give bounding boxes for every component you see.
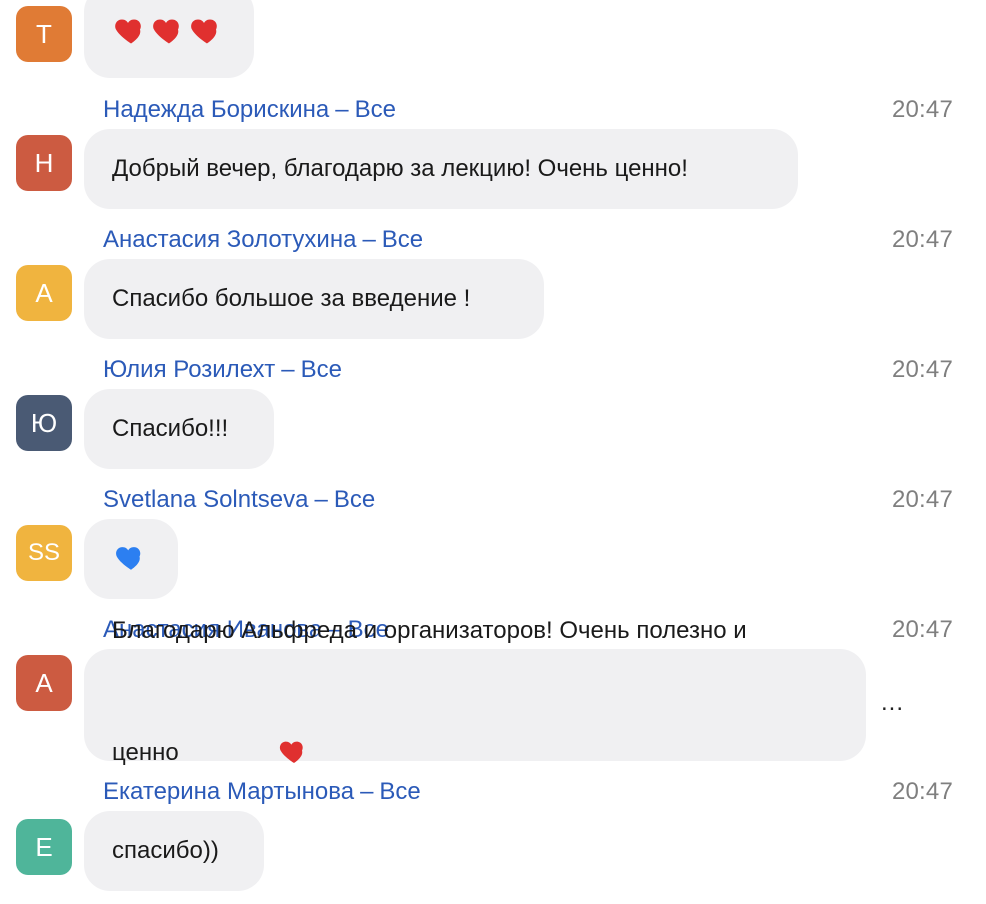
sender-name[interactable]: Екатерина Мартынова [103, 778, 354, 806]
avatar: А [16, 265, 72, 321]
timestamp: 20:47 [891, 616, 953, 643]
avatar: SS [16, 525, 72, 581]
avatar: Е [16, 819, 72, 875]
audience-label: Все [333, 486, 376, 513]
timestamp: 20:47 [891, 226, 953, 253]
separator: – [314, 486, 328, 513]
avatar-initials: SS [27, 539, 60, 566]
message-bubble: Спасибо!!! [84, 389, 274, 469]
timestamp: 20:47 [891, 96, 953, 123]
sender-name[interactable]: Svetlana Solntseva [103, 486, 308, 514]
audience-label: Все [354, 96, 396, 123]
message-header: Юлия Розилехт – Все [103, 355, 342, 385]
message-text-line: Благодарю Альфреда и организаторов! Очен… [112, 617, 747, 644]
separator: – [335, 96, 349, 123]
audience-label: Все [381, 226, 424, 253]
separator: – [281, 356, 295, 383]
message-text: спасибо)) [112, 837, 219, 864]
message-bubble: Спасибо большое за введение ! [84, 259, 544, 339]
separator: – [360, 778, 374, 805]
avatar-initials: А [35, 668, 53, 698]
avatar: Н [16, 135, 72, 191]
red-heart-icon [189, 12, 225, 52]
avatar-initials: Н [34, 148, 54, 178]
red-heart-icon [113, 12, 149, 52]
sender-name[interactable]: Юлия Розилехт [103, 356, 275, 384]
timestamp: 20:47 [891, 778, 953, 805]
avatar-initials: Е [35, 832, 53, 862]
message-text-line: ценно [112, 739, 179, 766]
message-header: Надежда Борискина – Все [103, 95, 396, 125]
message-header: Анастасия Золотухина – Все [103, 225, 423, 255]
message-header: Екатерина Мартынова – Все [103, 777, 421, 807]
message-text: Добрый вечер, благодарю за лекцию! Очень… [112, 155, 688, 182]
chat-message-list: T Надежда Борискина – Все 20:47 Н Добрый… [0, 0, 986, 904]
message-header: Svetlana Solntseva – Все [103, 485, 375, 515]
message-bubble: спасибо)) [84, 811, 264, 891]
message-bubble [84, 0, 254, 78]
sender-name[interactable]: Анастасия Золотухина [103, 226, 356, 254]
audience-label: Все [300, 356, 342, 383]
separator: – [362, 226, 376, 253]
red-heart-icon [151, 12, 187, 52]
message-text: Спасибо!!! [112, 415, 229, 442]
timestamp: 20:47 [891, 356, 953, 383]
message-bubble: Благодарю Альфреда и организаторов! Очен… [84, 617, 866, 766]
avatar: T [16, 6, 72, 62]
more-options-button[interactable]: ... [881, 691, 904, 715]
avatar-initials: Ю [30, 408, 58, 438]
timestamp: 20:47 [891, 486, 953, 513]
avatar: А [16, 655, 72, 711]
avatar-initials: А [35, 278, 53, 308]
avatar-initials: T [36, 19, 52, 49]
sender-name[interactable]: Надежда Борискина [103, 96, 329, 124]
audience-label: Все [379, 778, 421, 805]
message-bubble: Добрый вечер, благодарю за лекцию! Очень… [84, 129, 798, 209]
avatar: Ю [16, 395, 72, 451]
message-text: Спасибо большое за введение ! [112, 285, 471, 312]
